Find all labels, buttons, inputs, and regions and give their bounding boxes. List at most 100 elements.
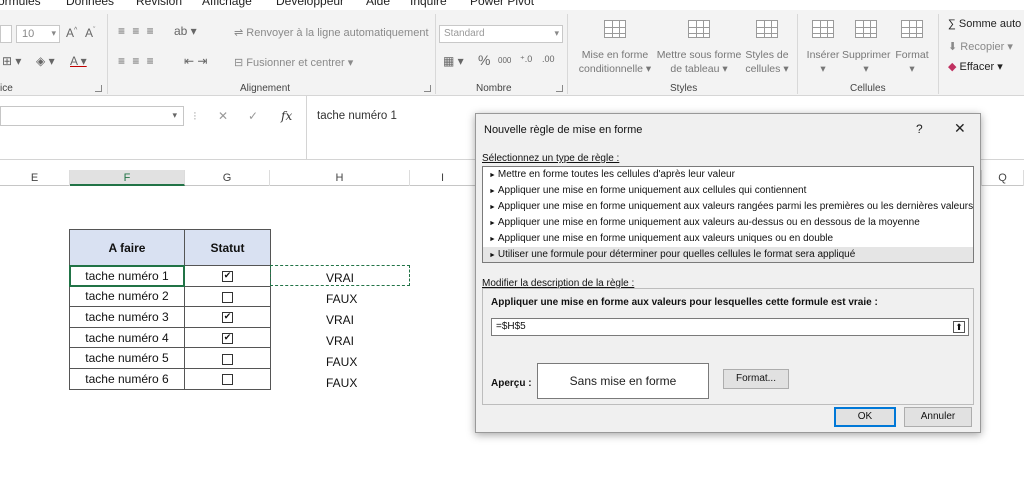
column-header-i[interactable]: I: [410, 170, 476, 186]
insert-cells-label: Insérer: [806, 49, 840, 61]
status-cell[interactable]: ✔: [184, 265, 271, 287]
font-size-dropdown[interactable]: 10 ▾: [16, 25, 60, 43]
task-cell[interactable]: tache numéro 2: [69, 285, 185, 308]
indent-icon[interactable]: ⇤ ⇥: [184, 54, 207, 68]
font-color-icon[interactable]: A ▾: [70, 54, 87, 68]
align-left-icon[interactable]: ≡ ≡ ≡: [118, 54, 156, 68]
checkbox-unchecked[interactable]: [222, 291, 233, 303]
dialog-launcher-icon[interactable]: [556, 85, 563, 92]
font-name-dropdown[interactable]: [0, 25, 12, 43]
checkbox-checked[interactable]: ✔: [222, 312, 233, 324]
rule-type-item[interactable]: ► Mettre en forme toutes les cellules d'…: [483, 167, 973, 183]
fill-color-icon[interactable]: ◈ ▾: [36, 54, 55, 68]
tab-donnees[interactable]: Données: [66, 0, 114, 8]
decrease-decimal-icon[interactable]: .00: [542, 54, 555, 64]
ok-button[interactable]: OK: [834, 407, 896, 427]
task-cell[interactable]: tache numéro 4: [69, 326, 185, 349]
checkbox-unchecked[interactable]: [222, 353, 233, 365]
checkbox-checked[interactable]: ✔: [222, 332, 233, 344]
rule-type-item[interactable]: ► Appliquer une mise en forme uniquement…: [483, 183, 973, 199]
rule-type-item[interactable]: ► Appliquer une mise en forme uniquement…: [483, 199, 973, 215]
group-label-number: Nombre: [476, 83, 512, 94]
insert-function-icon[interactable]: fx: [281, 109, 292, 123]
sigma-icon: ∑: [948, 18, 956, 30]
task-cell[interactable]: tache numéro 5: [69, 347, 185, 369]
fill-button[interactable]: ⬇ Recopier ▾: [948, 40, 1013, 53]
rule-type-item[interactable]: ► Appliquer une mise en forme uniquement…: [483, 215, 973, 231]
linked-value-cell[interactable]: VRAI: [326, 313, 354, 327]
wrap-text-button[interactable]: ⇌ Renvoyer à la ligne automatiquement: [234, 26, 429, 39]
format-cells-label: Format: [895, 49, 929, 61]
cancel-icon[interactable]: ✕: [218, 109, 228, 123]
separator: [938, 14, 939, 94]
format-button[interactable]: Format...: [723, 369, 789, 389]
autosum-button[interactable]: ∑ Somme auto: [948, 18, 1021, 30]
column-header-h[interactable]: H: [270, 170, 410, 186]
arrow-right-icon: ►: [489, 236, 498, 243]
chevron-down-icon: ▾: [172, 110, 177, 120]
collapse-dialog-icon[interactable]: ⬆: [953, 321, 965, 333]
name-box[interactable]: ▾: [0, 106, 184, 126]
increase-decimal-icon[interactable]: ⁺.0: [520, 54, 532, 65]
thousands-separator-icon[interactable]: 000: [498, 56, 511, 65]
percent-icon[interactable]: %: [478, 52, 490, 68]
cancel-button[interactable]: Annuler: [904, 407, 972, 427]
clear-button[interactable]: ◆ Effacer ▾: [948, 60, 1003, 73]
tab-formules[interactable]: ormules: [0, 0, 41, 8]
status-cell[interactable]: [184, 285, 271, 308]
column-header-e[interactable]: E: [0, 170, 70, 186]
rule-type-item[interactable]: ► Appliquer une mise en forme uniquement…: [483, 231, 973, 247]
linked-value-cell[interactable]: FAUX: [326, 355, 357, 369]
column-header-f[interactable]: F: [70, 170, 185, 186]
header-statut[interactable]: Statut: [184, 229, 271, 266]
close-icon[interactable]: ✕: [954, 120, 966, 137]
arrow-right-icon: ►: [489, 220, 498, 227]
rule-type-list: ► Mettre en forme toutes les cellules d'…: [482, 166, 974, 263]
help-icon[interactable]: ?: [916, 122, 923, 136]
linked-value-cell[interactable]: VRAI: [326, 334, 354, 348]
linked-value-cell[interactable]: FAUX: [326, 292, 357, 306]
formula-field[interactable]: =$H$5 ⬆: [491, 318, 969, 336]
accounting-format-icon[interactable]: ▦ ▾: [443, 54, 464, 68]
task-cell[interactable]: tache numéro 3: [69, 306, 185, 328]
column-header-g[interactable]: G: [185, 170, 270, 186]
dialog-launcher-icon[interactable]: [95, 85, 102, 92]
status-cell[interactable]: ✔: [184, 306, 271, 328]
column-header-q[interactable]: Q: [981, 170, 1024, 186]
tab-affichage[interactable]: Affichage: [202, 0, 252, 8]
rule-type-item[interactable]: ► Utiliser une formule pour déterminer p…: [483, 247, 973, 262]
tab-revision[interactable]: Révision: [136, 0, 182, 8]
merge-center-label: Fusionner et centrer: [246, 57, 345, 69]
checkbox-unchecked[interactable]: [222, 374, 233, 386]
merge-center-button[interactable]: ⊟ Fusionner et centrer ▾: [234, 56, 353, 69]
linked-value-cell[interactable]: FAUX: [326, 376, 357, 390]
status-cell[interactable]: ✔: [184, 326, 271, 349]
tab-power-pivot[interactable]: Power Pivot: [470, 0, 534, 8]
rule-type-label: Utiliser une formule pour déterminer pou…: [497, 249, 856, 260]
task-cell[interactable]: tache numéro 1: [69, 265, 185, 287]
rule-description-panel: Appliquer une mise en forme aux valeurs …: [482, 288, 974, 405]
conditional-formatting-icon: [604, 20, 626, 38]
tab-inquire[interactable]: Inquire: [410, 0, 447, 8]
checkbox-checked[interactable]: ✔: [222, 271, 233, 283]
font-size-value: 10: [22, 28, 35, 40]
decrease-font-icon[interactable]: Aˇ: [85, 26, 95, 40]
number-format-dropdown[interactable]: Standard ▾: [439, 25, 563, 43]
tab-aide[interactable]: Aide: [366, 0, 390, 8]
status-cell[interactable]: [184, 347, 271, 369]
tab-developpeur[interactable]: Développeur: [276, 0, 344, 8]
borders-icon[interactable]: ⊞ ▾: [2, 54, 21, 68]
separator: [567, 14, 568, 94]
status-cell[interactable]: [184, 367, 271, 390]
enter-icon[interactable]: ✓: [248, 109, 258, 123]
clear-label: Effacer: [959, 61, 995, 73]
align-top-icon[interactable]: ≡ ≡ ≡: [118, 24, 156, 38]
task-cell[interactable]: tache numéro 6: [69, 367, 185, 390]
header-a-faire[interactable]: A faire: [69, 229, 185, 266]
orientation-icon[interactable]: ab ▾: [174, 24, 197, 38]
rule-type-label: Appliquer une mise en forme uniquement a…: [497, 201, 974, 212]
dialog-launcher-icon[interactable]: [424, 85, 431, 92]
linked-value-cell[interactable]: VRAI: [326, 271, 354, 285]
increase-font-icon[interactable]: A^: [66, 26, 77, 40]
arrow-right-icon: ►: [489, 172, 498, 179]
